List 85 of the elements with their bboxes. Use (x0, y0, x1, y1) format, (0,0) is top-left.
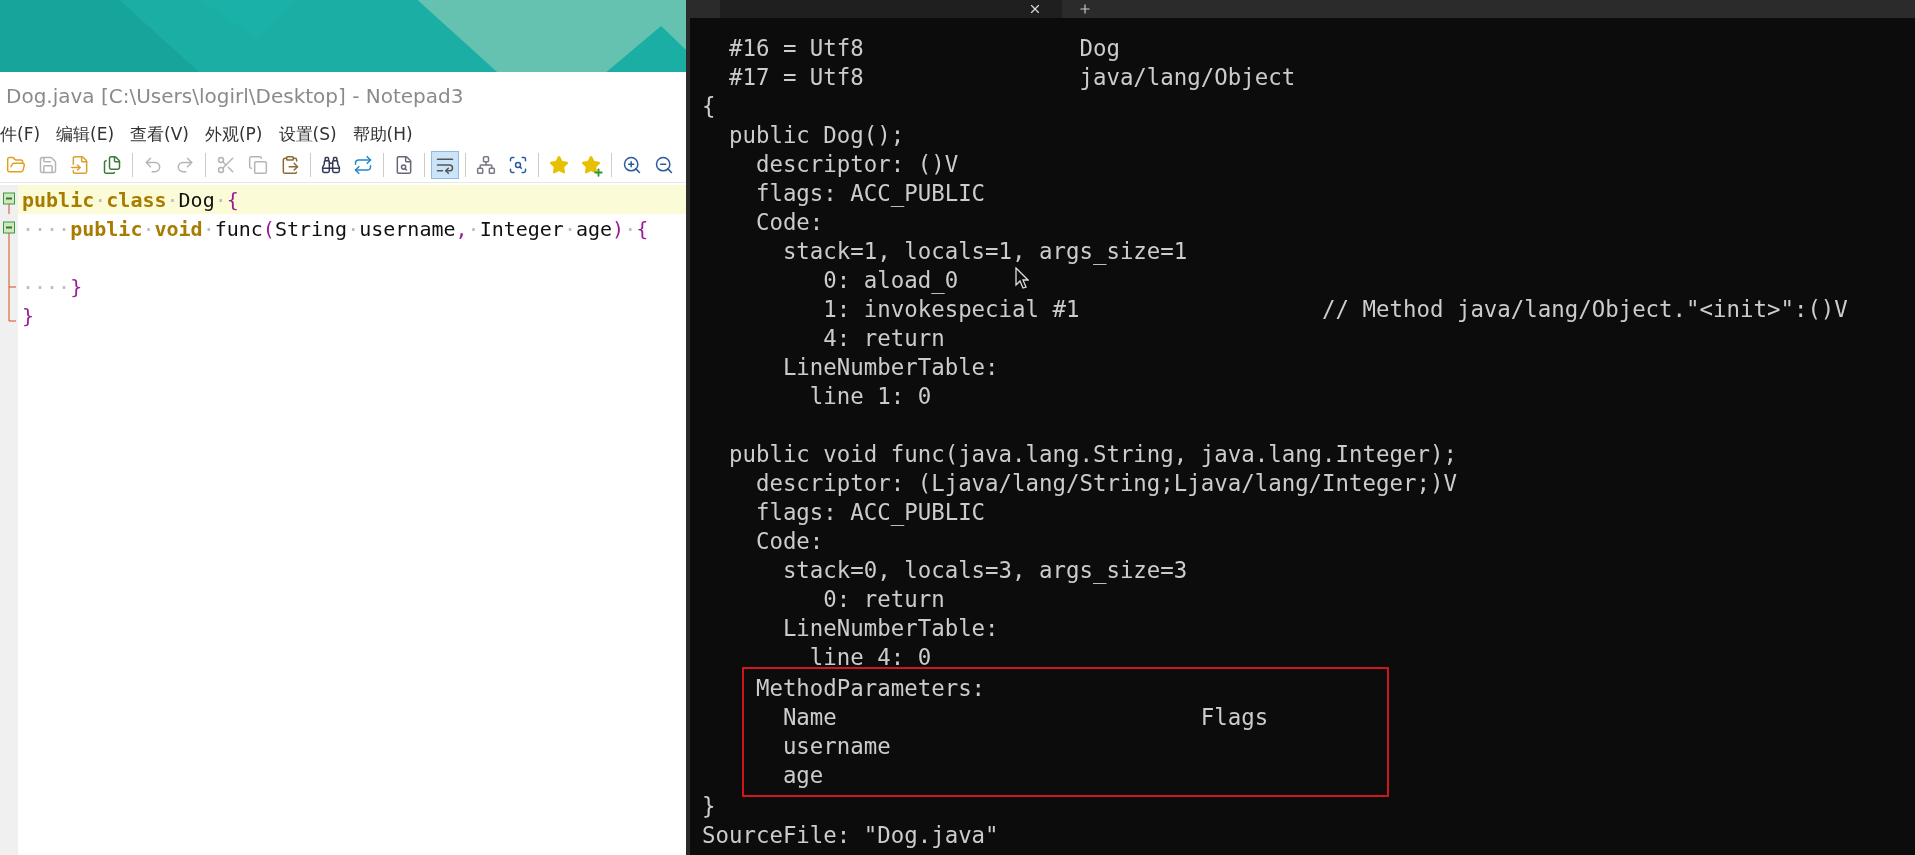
terminal-line: #16 = Utf8 Dog (727, 34, 1120, 63)
search-icon (508, 155, 528, 175)
star-icon (549, 155, 569, 175)
code-token: String (274, 216, 348, 241)
menu-item[interactable]: 查看(V) (122, 122, 197, 146)
code-token: , (455, 216, 468, 241)
terminal-line: LineNumberTable: (781, 614, 999, 643)
terminal-line: { (702, 92, 716, 121)
copy-icon (248, 155, 268, 175)
terminal-line: public Dog(); (727, 121, 905, 150)
scissors-icon (216, 155, 236, 175)
undo-icon (143, 155, 163, 175)
code-token: void (154, 216, 203, 241)
terminal-line: public void func(java.lang.String, java.lang.Integer); (727, 440, 1457, 469)
code-token: ) (612, 216, 625, 241)
menu-item[interactable]: 帮助(H) (344, 122, 421, 146)
terminal-line: stack=0, locals=3, args_size=3 (781, 556, 1188, 585)
whitespace-dots: · (347, 216, 360, 241)
terminal-line: line 1: 0 (808, 382, 932, 411)
whitespace-dots: · (563, 216, 576, 241)
tree-icon (476, 155, 496, 175)
documents-icon (102, 155, 122, 175)
replace-icon (353, 155, 373, 175)
whitespace-dots: ···· (22, 274, 71, 299)
page-search-icon (394, 155, 414, 175)
code-token: func (214, 216, 263, 241)
terminal-line: 1: invokespecial #1 // Method java/lang/Object."<init>":()V (822, 295, 1848, 324)
whitespace-dots: ···· (22, 216, 71, 241)
whitespace-dots: · (142, 216, 155, 241)
terminal-line: MethodParameters: (754, 674, 986, 703)
terminal-line: 0: return (822, 585, 945, 614)
terminal-line: descriptor: (Ljava/lang/String;Ljava/lang/Integer;)V (754, 469, 1457, 498)
terminal-line: 4: return (822, 324, 945, 353)
code-token: ( (262, 216, 275, 241)
terminal-line: username (781, 732, 891, 761)
code-token: } (22, 303, 35, 328)
code-token: } (70, 274, 83, 299)
toolbar-button[interactable] (431, 151, 459, 179)
mouse-pointer-icon (1015, 267, 1029, 289)
code-token: age (575, 216, 613, 241)
terminal-line: Code: (754, 527, 824, 556)
terminal-line: age (781, 761, 824, 790)
code-token: { (636, 216, 649, 241)
code-token: { (226, 187, 239, 212)
terminal-line: flags: ACC_PUBLIC (754, 498, 986, 527)
terminal-line: stack=1, locals=1, args_size=1 (781, 237, 1188, 266)
code-token: public (70, 216, 143, 241)
folder-icon (6, 155, 26, 175)
menu-item[interactable]: 设置(S) (270, 122, 345, 146)
zoom-out-icon (654, 155, 674, 175)
terminal-line: descriptor: ()V (754, 150, 959, 179)
save-icon (38, 155, 58, 175)
clipboard-icon (280, 155, 300, 175)
terminal-line: LineNumberTable: (781, 353, 999, 382)
whitespace-dots: · (624, 216, 637, 241)
star-add-icon (581, 155, 601, 175)
code-token: username (359, 216, 456, 241)
terminal-line: Code: (754, 208, 824, 237)
terminal-line: 0: aload_0 (822, 266, 959, 295)
code-token: public (22, 187, 95, 212)
new-tab-icon[interactable] (1078, 2, 1092, 16)
zoom-in-icon (622, 155, 642, 175)
menu-item[interactable]: 件(F) (0, 122, 49, 146)
menu-item[interactable]: 编辑(E) (48, 122, 123, 146)
terminal-line: Name Flags (781, 703, 1269, 732)
whitespace-dots: · (202, 216, 215, 241)
import-icon (70, 155, 90, 175)
terminal-line: flags: ACC_PUBLIC (754, 179, 986, 208)
close-icon[interactable] (1028, 2, 1042, 16)
code-token: Dog (178, 187, 215, 212)
whitespace-dots: · (214, 187, 227, 212)
code-token: class (106, 187, 167, 212)
terminal-line: line 4: 0 (808, 643, 932, 672)
binoculars-icon (321, 155, 341, 175)
whitespace-dots: · (166, 187, 179, 212)
terminal-line: } (702, 792, 716, 821)
wrap-icon (435, 155, 455, 175)
whitespace-dots: · (467, 216, 480, 241)
code-token: Integer (479, 216, 564, 241)
window-title: Dog.java [C:\Users\logirl\Desktop] - Notepad3 (5, 83, 465, 110)
terminal-line: SourceFile: "Dog.java" (702, 821, 999, 850)
whitespace-dots: · (94, 187, 107, 212)
terminal-line: #17 = Utf8 java/lang/Object (727, 63, 1296, 92)
menu-item[interactable]: 外观(P) (196, 122, 271, 146)
redo-icon (175, 155, 195, 175)
